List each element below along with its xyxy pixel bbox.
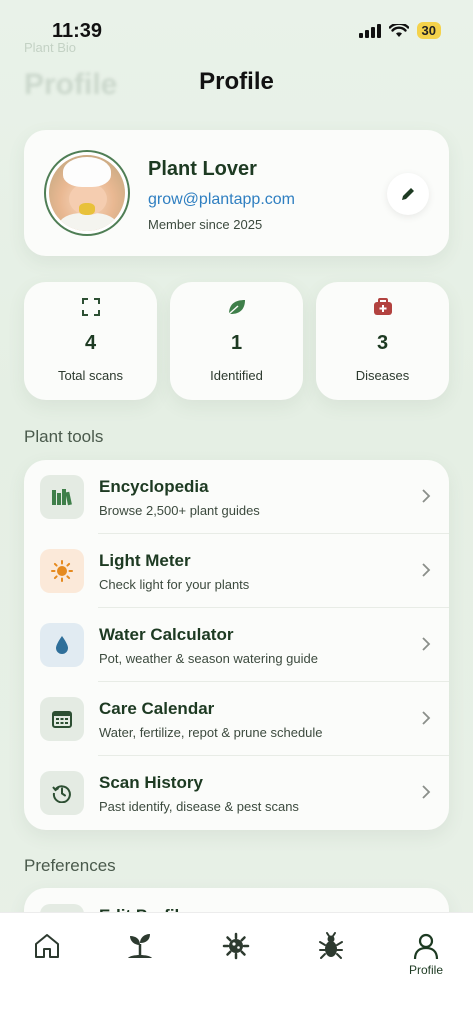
tab-plants[interactable] [110,931,170,991]
history-icon [52,785,71,803]
signal-icon [358,23,381,38]
stat-label: Identified [210,368,263,383]
tab-label: Profile [408,963,443,977]
tool-subtitle: Water, fertilize, repot & prune schedule [99,725,323,740]
chevron-right-icon [422,785,431,799]
tool-title: Care Calendar [99,699,215,718]
tab-profile[interactable]: Profile [396,931,456,991]
tool-title: Encyclopedia [99,477,209,496]
books-icon [52,489,72,506]
avatar[interactable] [44,150,130,236]
tab-bar: Profile [0,912,473,1024]
section-title-preferences: Preferences [24,856,116,875]
virus-icon [222,932,250,960]
profile-email: grow@plantapp.com [148,191,295,208]
tab-pests[interactable] [301,931,361,991]
tool-icon-tile [40,771,84,815]
stat-total-scans[interactable]: 4 Total scans [24,282,157,400]
stat-value: 1 [230,332,243,354]
tool-subtitle: Pot, weather & season watering guide [99,651,318,666]
stat-label: Diseases [355,368,410,383]
edit-profile-button[interactable] [387,173,429,215]
chevron-right-icon [422,711,431,725]
plant-icon [128,934,152,958]
water-drop-icon [56,636,68,654]
avatar-photo [49,155,125,231]
stat-label: Total scans [57,368,124,383]
tool-subtitle: Past identify, disease & pest scans [99,799,299,814]
profile-name: Plant Lover [148,158,257,180]
tool-title: Scan History [99,773,203,792]
tool-item-light-meter[interactable]: Light Meter Check light for your plants [24,534,449,608]
tool-icon-tile [40,475,84,519]
status-icons: 30 [358,22,441,39]
section-title-plant-tools: Plant tools [24,427,104,446]
pencil-icon [402,188,414,200]
chevron-right-icon [422,563,431,577]
tool-subtitle: Browse 2,500+ plant guides [99,503,260,518]
tool-item-encyclopedia[interactable]: Encyclopedia Browse 2,500+ plant guides [24,460,449,534]
wifi-icon [388,23,409,37]
tool-subtitle: Check light for your plants [99,577,250,592]
tool-icon-tile [40,697,84,741]
chevron-right-icon [422,489,431,503]
tool-icon-tile [40,623,84,667]
tool-item-care-calendar[interactable]: Care Calendar Water, fertilize, repot & … [24,682,449,756]
stat-identified[interactable]: 1 Identified [170,282,303,400]
page-title: Profile [199,68,274,95]
plant-tools-list: Encyclopedia Browse 2,500+ plant guides … [24,460,449,830]
calendar-icon [52,711,72,728]
home-icon [35,934,59,958]
tool-title: Light Meter [99,551,191,570]
profile-icon [413,933,439,960]
scan-icon [81,298,100,316]
tab-diseases[interactable] [206,931,266,991]
member-since: Member since 2025 [148,217,263,232]
chevron-right-icon [422,637,431,651]
leaf-icon [228,300,245,315]
bug-icon [319,932,343,959]
ghost-caption: Plant Bio [24,40,77,55]
tool-item-water-calculator[interactable]: Water Calculator Pot, weather & season w… [24,608,449,682]
tool-icon-tile [40,549,84,593]
tool-title: Water Calculator [99,625,234,644]
stat-value: 3 [376,332,389,354]
sun-icon [51,560,73,582]
stat-diseases[interactable]: 3 Diseases [316,282,449,400]
stat-value: 4 [84,332,97,354]
first-aid-icon [373,298,392,315]
battery-indicator: 30 [416,22,441,39]
tool-item-scan-history[interactable]: Scan History Past identify, disease & pe… [24,756,449,830]
tab-home[interactable] [17,931,77,991]
profile-card: Plant Lover grow@plantapp.com Member sin… [24,130,449,256]
